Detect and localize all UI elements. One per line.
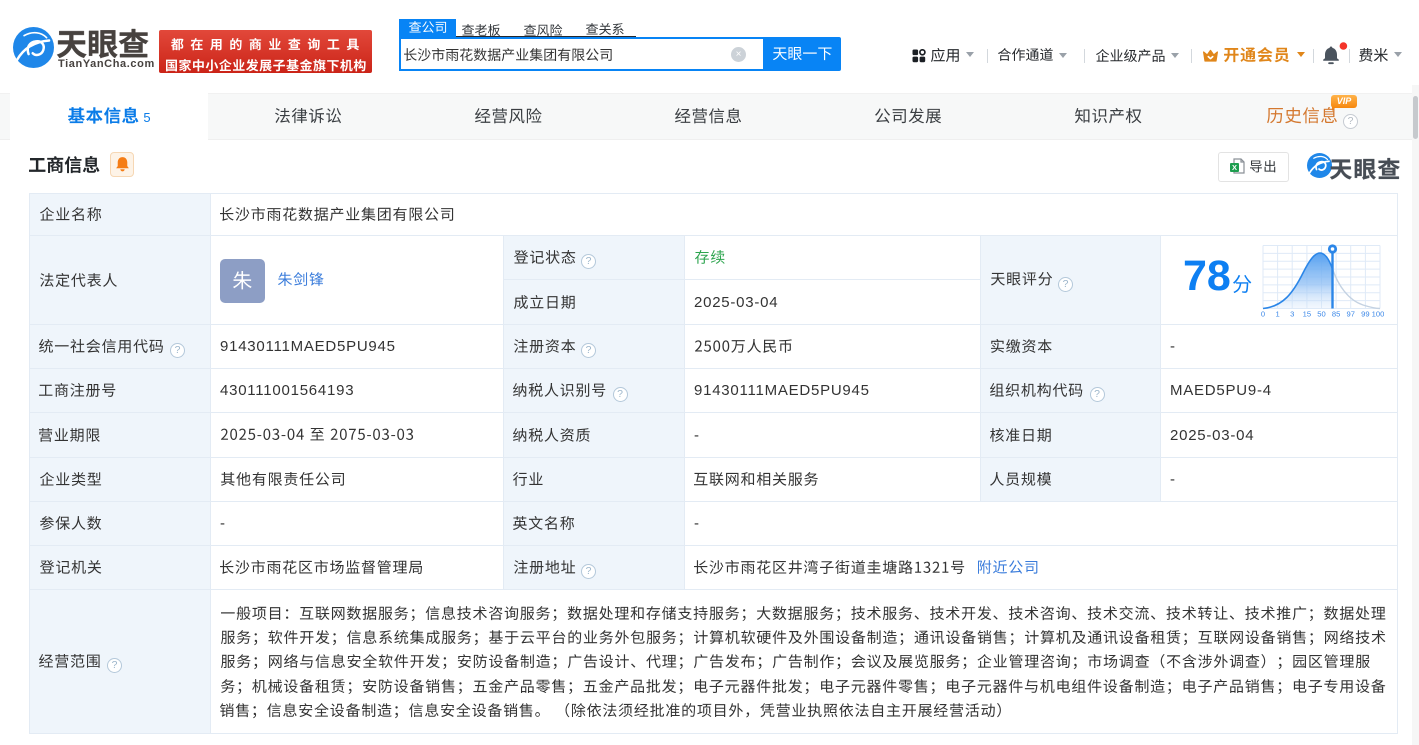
svg-text:99: 99 [1361,310,1369,319]
svg-text:85: 85 [1332,310,1340,319]
svg-text:15: 15 [1303,310,1311,319]
svg-text:50: 50 [1317,310,1325,319]
svg-text:97: 97 [1346,310,1354,319]
svg-text:3: 3 [1290,310,1294,319]
svg-text:X: X [1232,163,1237,172]
svg-text:100: 100 [1372,310,1384,319]
svg-text:0: 0 [1261,310,1265,319]
svg-text:1: 1 [1275,310,1279,319]
